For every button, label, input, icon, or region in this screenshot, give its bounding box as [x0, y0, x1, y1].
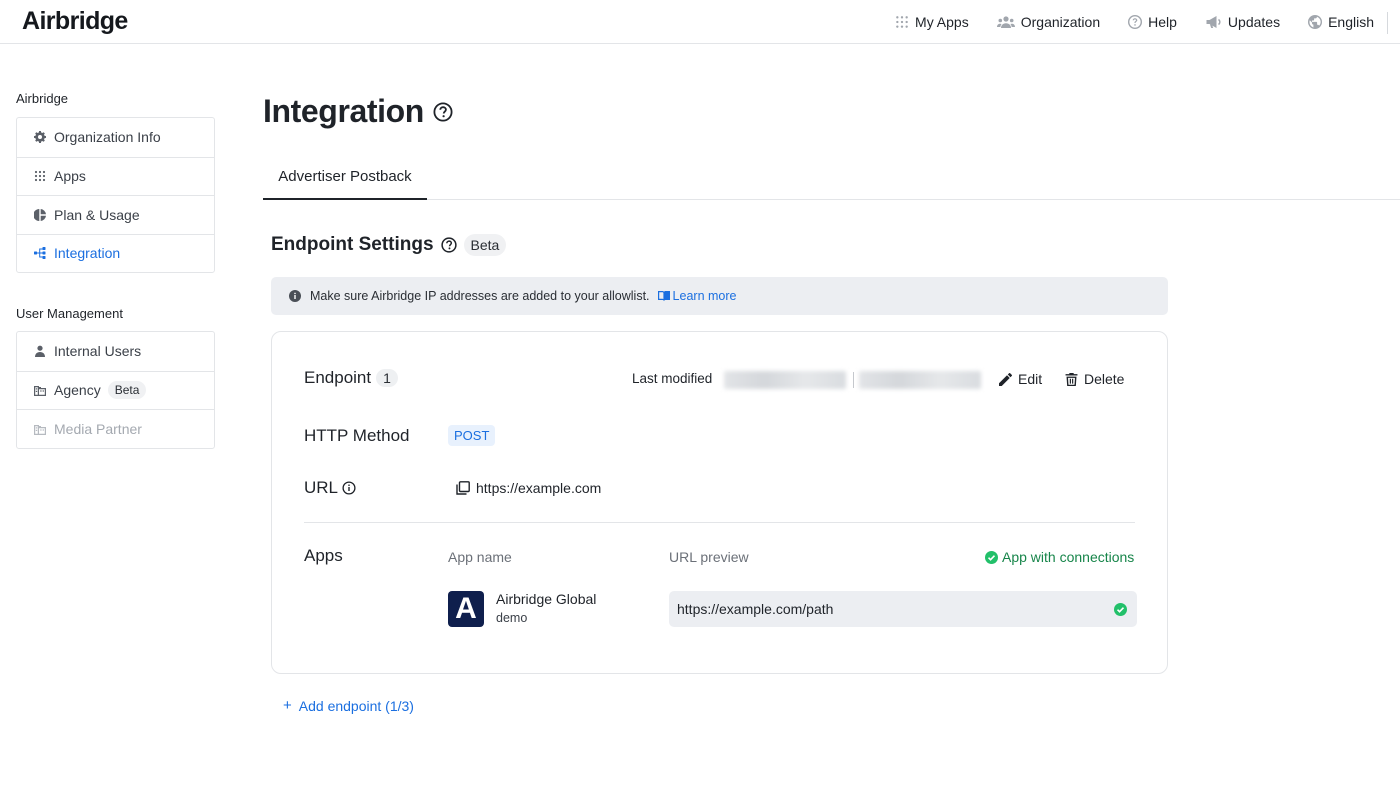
separator: [853, 372, 854, 388]
url-preview-field: https://example.com/path: [669, 591, 1137, 627]
last-modified-label: Last modified: [632, 371, 713, 386]
help-circle-icon[interactable]: [440, 237, 457, 253]
endpoint-label: Endpoint: [304, 368, 372, 387]
nav-updates[interactable]: Updates: [1205, 14, 1280, 30]
nav-help[interactable]: Help: [1128, 14, 1177, 30]
beta-badge: Beta: [107, 381, 147, 400]
connections-label: App with connections: [1002, 549, 1135, 565]
notice-text: Make sure Airbridge IP addresses are add…: [310, 289, 650, 303]
check-circle-icon: [985, 550, 998, 564]
check-circle-icon: [1114, 602, 1127, 616]
gear-icon: [34, 131, 46, 144]
sidebar-item-label: Organization Info: [54, 129, 161, 146]
url-text: https://example.com: [476, 480, 602, 496]
section-title-text: Endpoint Settings: [271, 234, 434, 255]
sidebar-group-airbridge: Organization Info Apps Plan & Usage Inte…: [16, 117, 215, 273]
app-subtitle: demo: [496, 611, 528, 625]
learn-more-label: Learn more: [672, 289, 737, 303]
tab-advertiser-postback[interactable]: Advertiser Postback: [263, 160, 427, 200]
book-icon: [657, 291, 670, 301]
redacted-value: [859, 371, 981, 389]
endpoint-number: 1: [376, 369, 398, 387]
nav-label: Updates: [1227, 14, 1281, 30]
top-nav: My Apps Organization Help Updates Englis…: [867, 0, 1374, 44]
help-circle-icon: [1128, 15, 1143, 29]
sidebar-item-label: Internal Users: [54, 343, 142, 360]
sidebar-item-label: Plan & Usage: [54, 206, 140, 223]
add-endpoint-button[interactable]: + Add endpoint (1/3): [283, 697, 414, 714]
sidebar-item-apps[interactable]: Apps: [17, 156, 214, 196]
info-icon: [289, 290, 301, 302]
nav-organization[interactable]: Organization: [996, 14, 1101, 30]
url-label: URL: [304, 478, 339, 497]
tab-bar: Advertiser Postback: [263, 160, 1400, 200]
nav-label: Organization: [1020, 14, 1101, 30]
edit-button[interactable]: Edit: [999, 371, 1042, 387]
beta-badge: Beta: [463, 234, 507, 256]
http-method-label: HTTP Method: [304, 426, 410, 445]
redacted-value: [724, 371, 846, 389]
scroll-edge: [1387, 12, 1388, 34]
copy-icon[interactable]: [456, 481, 470, 495]
sidebar-item-plan-usage[interactable]: Plan & Usage: [17, 195, 214, 234]
nav-label: Help: [1148, 14, 1177, 30]
page-title: Integration: [263, 93, 453, 130]
building-icon: [34, 424, 46, 435]
sidebar-item-label: Agency: [54, 382, 101, 399]
app-with-connections-legend: App with connections: [985, 549, 1134, 565]
app-name: Airbridge Global: [496, 591, 597, 607]
plus-icon: +: [283, 697, 292, 714]
edit-label: Edit: [1018, 371, 1043, 387]
sidebar-item-label: Media Partner: [54, 420, 142, 437]
learn-more-link[interactable]: Learn more: [657, 289, 737, 303]
page-title-text: Integration: [263, 93, 424, 129]
nav-my-apps[interactable]: My Apps: [895, 14, 969, 30]
sidebar-item-media-partner: Media Partner: [17, 409, 214, 448]
apps-label: Apps: [304, 546, 343, 565]
sidebar-group-title: User Management: [16, 306, 123, 321]
divider: [304, 522, 1135, 523]
delete-button[interactable]: Delete: [1065, 371, 1124, 387]
url-preview-text: https://example.com/path: [677, 601, 834, 617]
column-header-app-name: App name: [448, 549, 512, 565]
top-bar: Airbridge My Apps Organization Help Upda…: [0, 0, 1400, 44]
pie-chart-icon: [34, 208, 46, 221]
megaphone-icon: [1206, 16, 1221, 28]
building-icon: [34, 386, 46, 397]
nav-label: English: [1328, 14, 1374, 30]
http-method-badge: POST: [448, 425, 496, 446]
nav-language[interactable]: English: [1308, 14, 1374, 30]
sidebar-item-internal-users[interactable]: Internal Users: [17, 332, 214, 371]
people-icon: [996, 16, 1015, 28]
section-title: Endpoint Settings Beta: [271, 234, 507, 256]
trash-icon: [1065, 372, 1078, 386]
delete-label: Delete: [1084, 371, 1125, 387]
sidebar-group-title: Airbridge: [16, 91, 69, 106]
integration-icon: [34, 247, 46, 260]
grid-icon: [896, 16, 908, 28]
app-icon: A: [448, 591, 484, 627]
globe-icon: [1308, 15, 1323, 29]
grid-icon: [34, 171, 46, 182]
allowlist-notice: Make sure Airbridge IP addresses are add…: [271, 277, 1168, 315]
sidebar-item-agency[interactable]: Agency Beta: [17, 370, 214, 410]
sidebar-item-label: Apps: [54, 168, 86, 185]
column-header-url-preview: URL preview: [669, 549, 749, 565]
pencil-icon: [999, 372, 1012, 386]
endpoint-card: Endpoint 1 Last modified Edit Delete HTT…: [271, 331, 1168, 674]
user-icon: [35, 345, 45, 358]
endpoint-header: Endpoint 1: [304, 368, 398, 388]
logo[interactable]: Airbridge: [22, 7, 128, 36]
nav-label: My Apps: [915, 14, 969, 30]
sidebar-item-organization-info[interactable]: Organization Info: [17, 118, 214, 157]
sidebar-item-integration[interactable]: Integration: [17, 233, 214, 273]
info-icon[interactable]: [342, 481, 356, 495]
url-label-row: URL: [304, 478, 356, 498]
url-value[interactable]: https://example.com: [456, 480, 601, 496]
sidebar-item-label: Integration: [54, 245, 121, 262]
help-circle-icon[interactable]: [433, 101, 453, 122]
add-endpoint-label: Add endpoint (1/3): [298, 697, 414, 714]
sidebar-group-user-management: Internal Users Agency Beta Media Partner: [16, 331, 215, 449]
